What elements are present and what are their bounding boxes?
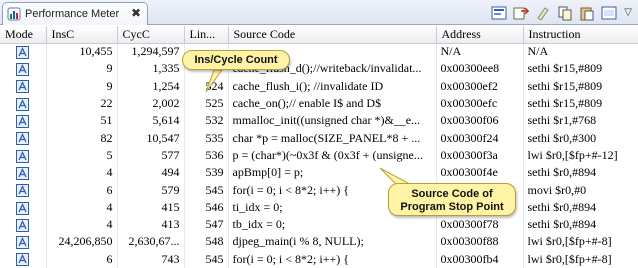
- callout-pointer: [205, 69, 412, 189]
- ins-cycle-count-callout: Ins/Cycle Count: [182, 50, 290, 70]
- source-callout-line1: Source Code of: [411, 188, 493, 200]
- source-code-stop-point-callout: Source Code of Program Stop Point: [388, 183, 516, 216]
- ins-cycle-count-label: Ins/Cycle Count: [194, 54, 278, 66]
- source-callout-line2: Program Stop Point: [400, 201, 504, 213]
